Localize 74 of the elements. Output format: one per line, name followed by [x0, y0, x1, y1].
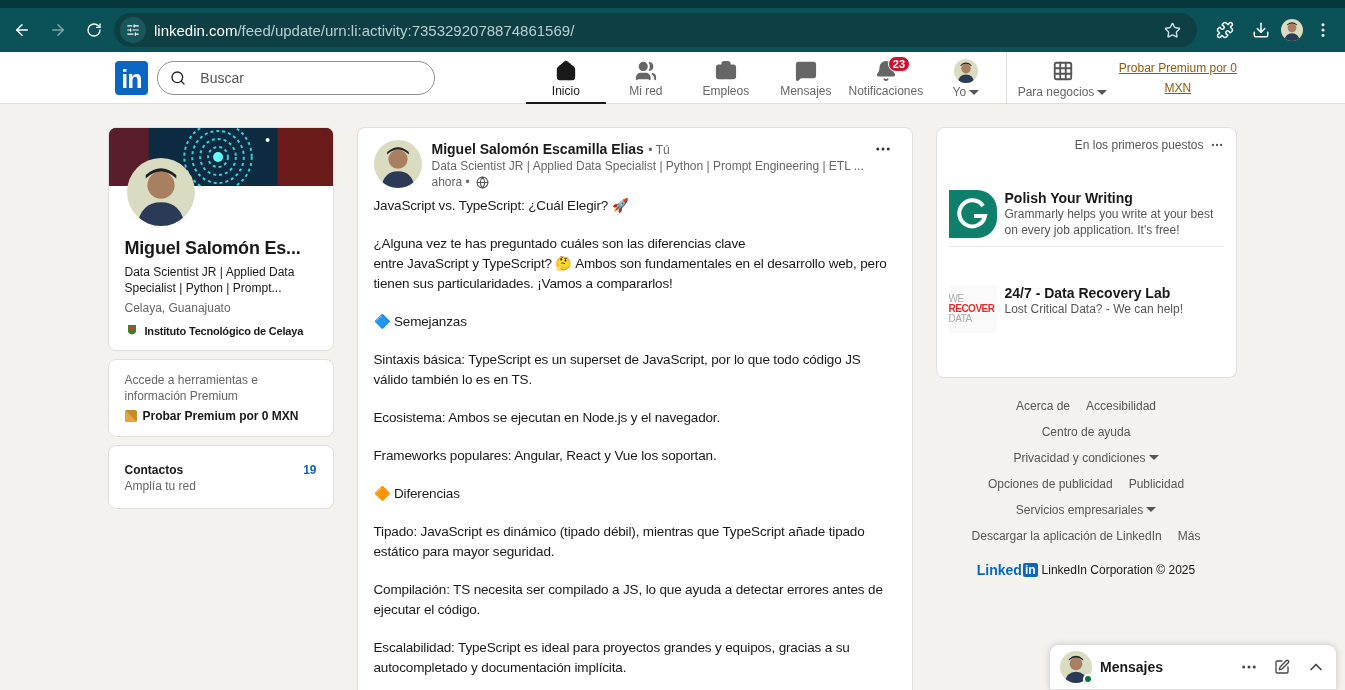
profile-name[interactable]: Miguel Salomón Es...: [124, 236, 301, 260]
compose-icon[interactable]: [1274, 659, 1290, 675]
home-icon: [554, 60, 577, 82]
premium-icon: [124, 410, 137, 422]
footer-link[interactable]: Centro de ayuda: [1041, 425, 1131, 439]
footer-link[interactable]: Acerca de: [1015, 399, 1070, 413]
reload-icon[interactable]: [86, 22, 102, 38]
messaging-bar[interactable]: Mensajes: [1049, 644, 1337, 690]
copyright-text: LinkedIn Corporation © 2025: [1041, 563, 1196, 577]
nav-tab[interactable]: Inicio: [525, 52, 606, 104]
footer-link[interactable]: Publicidad: [1128, 477, 1185, 491]
post-paragraph: Ecosistema: Ambos se ejecutan en Node.js y el navegador.: [373, 409, 722, 427]
premium-link[interactable]: Probar Premium por 0 MXN: [1118, 57, 1238, 98]
linkedin-wordmark: Linked in: [976, 562, 1038, 578]
ad-text: Lost Critical Data? - We can help!: [1004, 301, 1184, 317]
profile-location: Celaya, Guanajuato: [124, 300, 232, 316]
ad-item[interactable]: WE RECOVER DATA 24/7 - Data Recovery Lab Lost Critical Data? - We can help!: [948, 247, 1224, 341]
ad-title: 24/7 - Data Recovery Lab: [1004, 285, 1172, 301]
ad-text: Grammarly helps you write at your best on every job application. It's free!: [1004, 206, 1215, 238]
company-logo: WE RECOVER DATA: [948, 285, 997, 333]
post-time: ahora •: [431, 174, 470, 190]
grid-icon: [1051, 60, 1074, 82]
footer-link[interactable]: Más: [1177, 529, 1201, 543]
post-paragraph: Tipado: JavaScript es dinámico (tipado débil), mientras que TypeScript añade tipado estático para mayor seguridad.: [373, 523, 866, 561]
search-icon: [170, 69, 187, 86]
footer-link[interactable]: Accesibilidad: [1086, 399, 1157, 413]
ads-header: En los primeros puestos: [1074, 138, 1204, 152]
nav-tab[interactable]: Notificaciones 23: [845, 52, 926, 104]
school-name[interactable]: Instituto Tecnológico de Celaya: [144, 325, 304, 337]
g-logo-icon: [948, 190, 997, 238]
post-paragraph: JavaScript vs. TypeScript: ¿Cuál Elegir? 🚀: [373, 197, 630, 215]
profile-headline: Data Scientist JR | Applied Data Specialist | Python | Prompt...: [124, 264, 296, 296]
notification-count: 23: [887, 56, 911, 72]
forward-arrow-icon[interactable]: [49, 21, 67, 39]
nav-tab[interactable]: Yo: [925, 52, 1006, 104]
contacts-label[interactable]: Contactos: [124, 462, 184, 478]
post-paragraph: Sintaxis básica: TypeScript es un superset de JavaScript, por lo que todo código JS válido también lo es en TS.: [373, 351, 862, 389]
post-author[interactable]: Miguel Salomón Escamilla Elias: [431, 141, 644, 157]
post-paragraph: 🔶 Diferencias: [373, 485, 461, 503]
avatar-icon: [953, 59, 978, 83]
footer-link[interactable]: Privacidad y condiciones: [1013, 451, 1146, 465]
you-label: • Tú: [648, 143, 670, 157]
contacts-sublabel: Amplía tu red: [124, 478, 197, 494]
ad-title: Polish Your Writing: [1004, 190, 1134, 206]
briefcase-icon: [714, 60, 737, 82]
profile-avatar-icon: [1281, 19, 1303, 41]
chat-bubble-icon: [794, 60, 817, 82]
business-menu[interactable]: Para negocios: [1006, 51, 1119, 104]
messaging-title: Mensajes: [1100, 659, 1165, 675]
nav-tab[interactable]: Mensajes: [765, 52, 846, 104]
post-paragraph: Compilación: TS necesita ser compilado a JS, lo que ayuda a detectar errores antes de ejecutar el código.: [373, 581, 884, 619]
nav-tab[interactable]: Mi red: [605, 52, 686, 104]
post-paragraph: Escalabilidad: TypeScript es ideal para proyectos grandes y equipos, gracias a su autocompletado y documentación implícita.: [373, 639, 851, 677]
search-input[interactable]: Buscar: [198, 68, 422, 87]
footer-link[interactable]: Descargar la aplicación de LinkedIn: [971, 529, 1162, 543]
post-author-headline: Data Scientist JR | Applied Data Specialist | Python | Prompt Engineering | ETL ...: [431, 158, 864, 174]
caret-icon: [1097, 90, 1108, 96]
bookmark-star-icon[interactable]: [1164, 21, 1181, 39]
footer-link[interactable]: Opciones de publicidad: [987, 477, 1113, 491]
people-icon: [634, 60, 657, 82]
site-settings-icon[interactable]: [120, 17, 146, 43]
post-paragraph: ¿Alguna vez te has preguntado cuáles son las diferencias clave entre JavaScript y TypeScript? 🤔 Ambos son fundamentales en el desarrollo web, pero tienen sus particularidades. ¡Vamos a compararlos!: [373, 235, 888, 293]
post-paragraph: Frameworks populares: Angular, React y Vue los soportan.: [373, 447, 718, 465]
contacts-count: 19: [303, 463, 317, 477]
ad-item[interactable]: Polish Your Writing Grammarly helps you write at your best on every job application. It's free!: [948, 152, 1224, 247]
linkedin-logo[interactable]: in: [114, 60, 149, 95]
premium-description: Accede a herramientas e información Premium: [124, 372, 259, 404]
globe-icon: [475, 175, 489, 189]
nav-tab[interactable]: Empleos: [685, 52, 766, 104]
address-bar[interactable]: linkedin.com/feed/update/urn:li:activity:7353292078874861569/: [114, 13, 1197, 47]
footer-link[interactable]: Servicios empresariales: [1015, 503, 1144, 517]
post-paragraph: 🔷 Semejanzas: [373, 313, 468, 331]
url-text: linkedin.com/feed/update/urn:li:activity:7353292078874861569/: [154, 21, 576, 39]
premium-trial-link[interactable]: Probar Premium por 0 MXN: [142, 408, 299, 424]
